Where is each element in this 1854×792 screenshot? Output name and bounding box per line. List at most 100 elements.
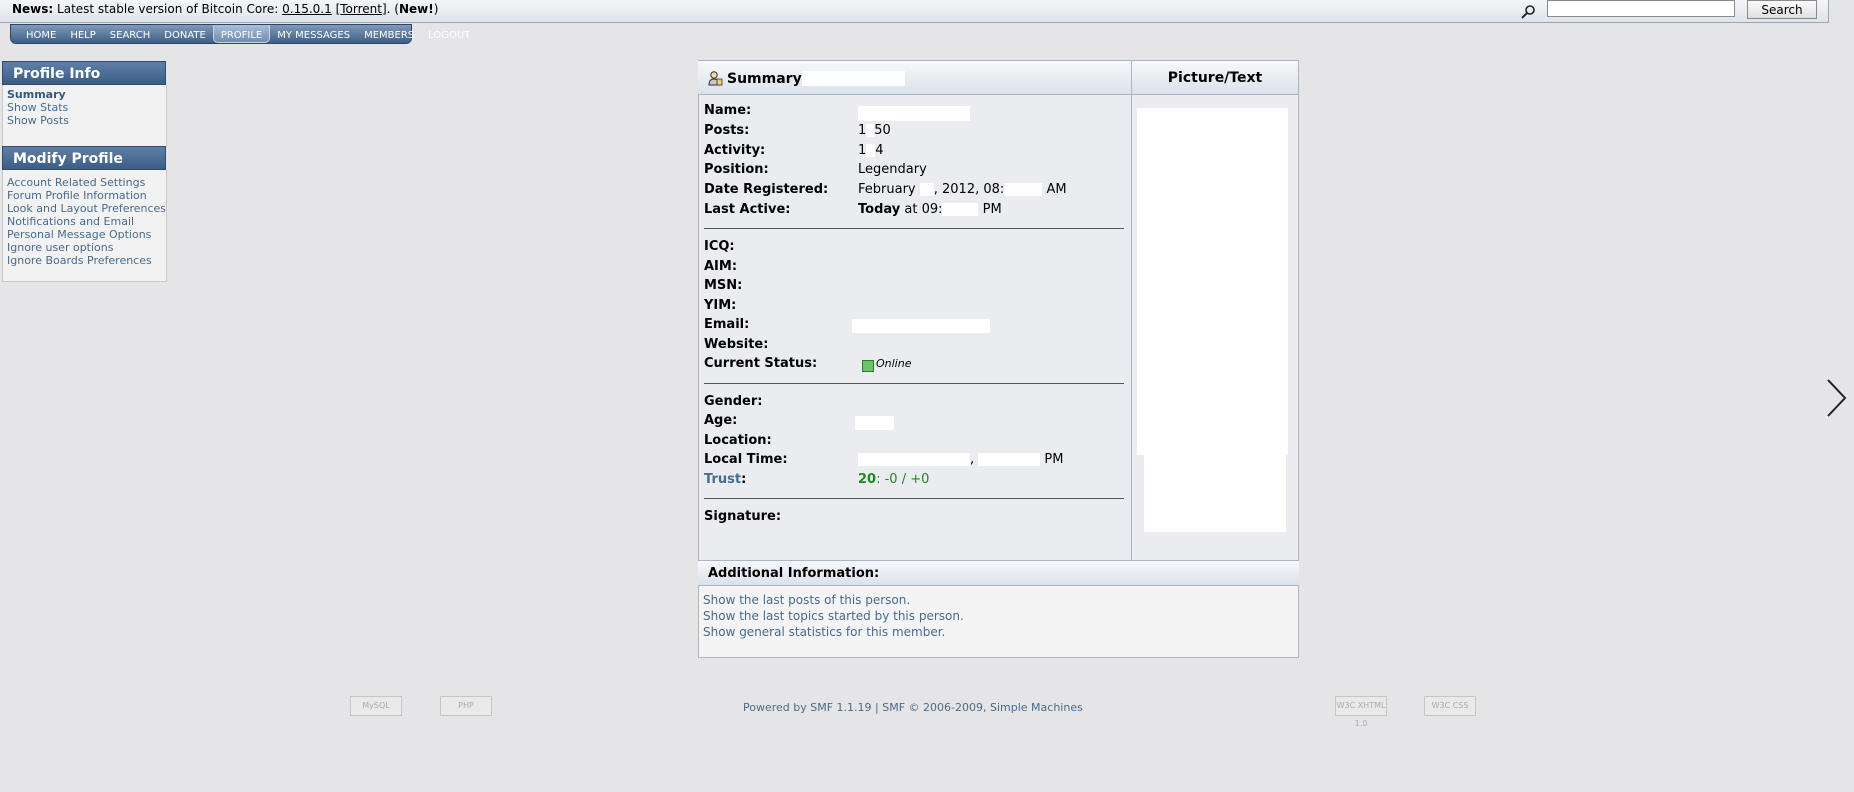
menu-my-messages[interactable]: MY MESSAGES [270,25,357,43]
link-last-posts[interactable]: Show the last posts of this person. [703,592,1294,608]
modify-profile-header: Modify Profile [2,146,166,170]
location-label: Location: [704,433,772,448]
new-label: New! [398,2,434,16]
website-label: Website: [704,337,769,352]
sidebar-link-forum-profile[interactable]: Forum Profile Information [7,189,162,202]
avatar-area [1137,108,1288,455]
last-active-value: Today at 09: PM [858,202,1002,217]
sidebar-link-show-posts[interactable]: Show Posts [7,114,162,127]
user-icon [708,71,723,86]
chevron-right-icon[interactable] [1825,378,1847,418]
trust-row-label: Trust: [704,472,746,487]
status-value: Online [876,357,912,370]
divider-2 [704,383,1124,384]
menu-search[interactable]: SEARCH [103,25,157,43]
divider-1 [704,228,1124,229]
menu-profile[interactable]: PROFILE [212,25,271,43]
news-text-before: Latest stable version of Bitcoin Core: [53,2,283,16]
redacted-local-time [978,453,1041,466]
online-status-icon [862,360,874,372]
activity-label: Activity: [704,143,766,158]
sidebar-link-summary[interactable]: Summary [7,88,162,101]
local-time-pm: PM [1044,452,1064,467]
redacted-username [802,71,905,86]
menu-home[interactable]: HOME [19,25,63,43]
w3c-xhtml-badge[interactable]: W3C XHTML 1.0 [1335,696,1387,728]
php-badge[interactable]: PHP [440,696,492,716]
signature-label: Signature: [704,509,782,524]
powered-by-link[interactable]: Powered by SMF 1.1.19 [743,701,872,714]
redacted-email[interactable] [852,319,990,333]
registered-ampm: AM [1046,182,1067,197]
footer-separator: | [871,701,883,714]
trust-detail: : -0 / +0 [876,472,930,487]
modify-profile-box: Account Related Settings Forum Profile I… [2,170,167,282]
search-icon[interactable] [1520,4,1536,20]
link-general-stats[interactable]: Show general statistics for this member. [703,624,1294,640]
redacted-activity-digit [866,144,876,157]
search-input[interactable] [1547,0,1735,17]
column-divider [1131,95,1132,560]
sidebar-link-notifications[interactable]: Notifications and Email [7,215,162,228]
local-time-label: Local Time: [704,452,788,467]
registered-month: February [858,182,916,197]
posts-value: 1 50 [858,123,891,138]
msn-label: MSN: [704,278,743,293]
sidebar-link-look-layout[interactable]: Look and Layout Preferences [7,202,166,215]
link-last-topics[interactable]: Show the last topics started by this per… [703,608,1294,624]
menu-members[interactable]: MEMBERS [357,25,421,43]
gender-label: Gender: [704,394,763,409]
profile-info-header: Profile Info [2,61,166,85]
sidebar-link-pm-options[interactable]: Personal Message Options [7,228,162,241]
picture-text-header: Picture/Text [1131,61,1298,95]
redacted-local-date [858,453,970,466]
redacted-age [855,416,894,430]
menu-donate[interactable]: DONATE [157,25,213,43]
activity-value-b: 4 [875,143,884,158]
email-label: Email: [704,317,750,332]
news-text-after: ]. ( [381,2,399,16]
position-value: Legendary [858,162,927,177]
search-button[interactable]: Search [1747,0,1817,19]
registered-year-hour: , 2012, 08: [933,182,1005,197]
trust-value: 20: -0 / +0 [858,472,929,487]
divider-3 [704,498,1124,499]
redacted-registered-day [919,183,934,196]
menu-help[interactable]: HELP [63,25,102,43]
local-time-value: , PM [858,452,1063,467]
news-label: News: [12,2,54,16]
registered-value: February , 2012, 08: AM [858,182,1067,197]
trust-link[interactable]: Trust [704,472,741,487]
w3c-css-badge[interactable]: W3C CSS [1424,696,1476,716]
last-active-at: at 09: [900,202,943,217]
posts-value-a: 1 [858,123,867,138]
copyright-link[interactable]: SMF © 2006-2009, Simple Machines [882,701,1083,714]
redacted-last-active-minutes [942,203,979,216]
summary-title: Summary [727,71,802,87]
sidebar-link-account-settings[interactable]: Account Related Settings [7,176,162,189]
name-label: Name: [704,103,752,118]
sidebar-link-ignore-boards[interactable]: Ignore Boards Preferences [7,254,162,267]
profile-info-box: Summary Show Stats Show Posts [2,85,167,147]
sidebar-link-ignore-user[interactable]: Ignore user options [7,241,162,254]
sidebar-link-show-stats[interactable]: Show Stats [7,101,162,114]
torrent-link[interactable]: Torrent [340,2,382,16]
main-menu: HOME HELP SEARCH DONATE PROFILE MY MESSA… [10,24,470,44]
posts-label: Posts: [704,123,750,138]
local-time-comma: , [970,452,975,467]
status-label: Current Status: [704,356,818,371]
footer-text: Powered by SMF 1.1.19 | SMF © 2006-2009,… [743,701,1083,714]
additional-info-header: Additional Information: [698,560,1299,586]
bitcoin-core-version-link[interactable]: 0.15.0.1 [282,2,332,16]
news-close-paren: ) [433,2,439,16]
menu-logout[interactable]: LOGOUT [421,25,477,43]
redacted-name [858,106,970,121]
trust-score: 20 [858,472,877,487]
redacted-registered-minutes [1004,183,1043,196]
yim-label: YIM: [704,298,737,313]
last-active-today: Today [858,202,901,217]
age-label: Age: [704,413,738,428]
mysql-badge[interactable]: MySQL [350,696,402,716]
news-text-mid: [ [331,2,341,16]
personal-text-area [1144,455,1286,532]
